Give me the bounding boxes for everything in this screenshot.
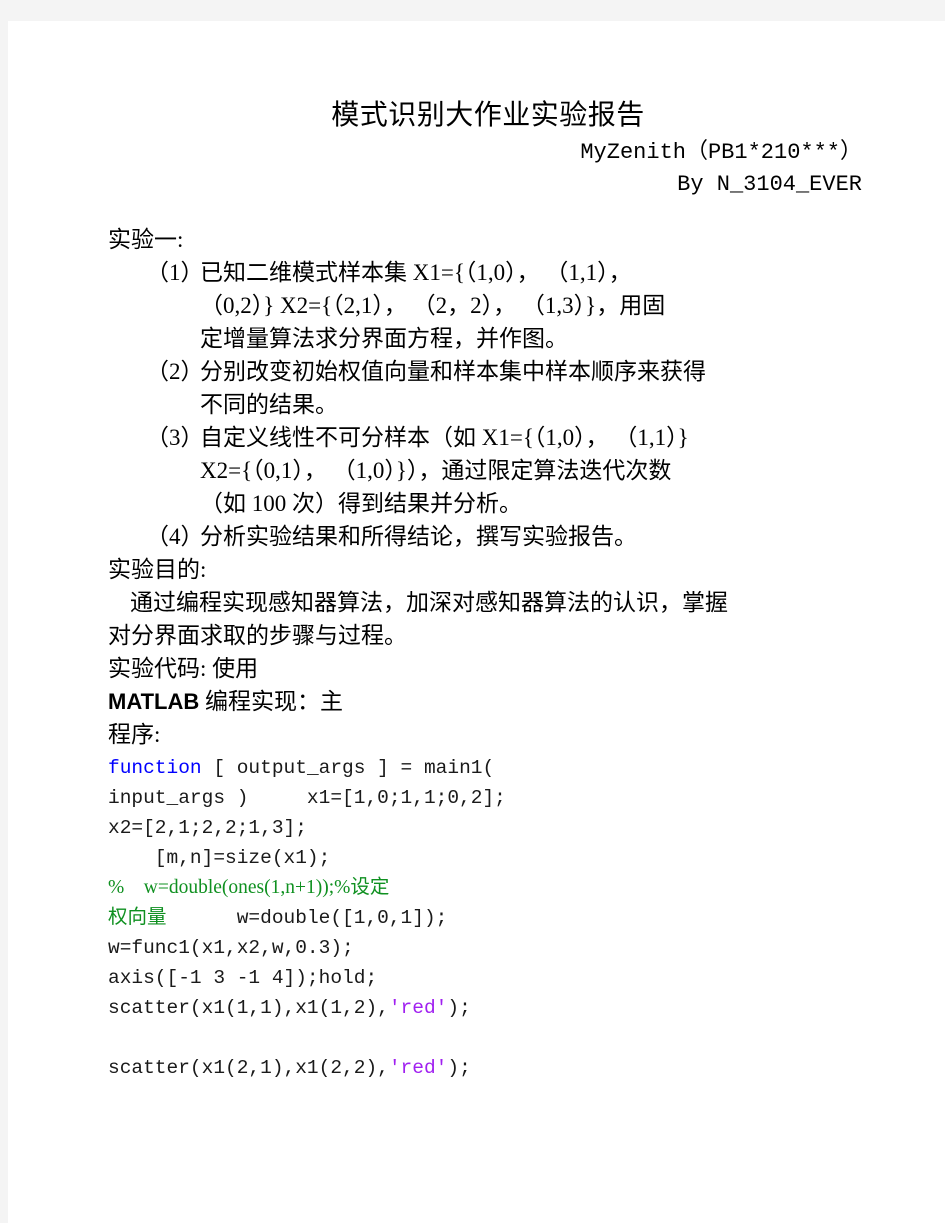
- document-body: 模式识别大作业实验报告 MyZenith（PB1*210***） By N_31…: [108, 95, 868, 1083]
- code-line: scatter(x1(2,1),x1(2,2),'red');: [108, 1053, 868, 1083]
- task-line: （0,2）} X2={（2,1）， （2，2）， （1,3）}，用固: [200, 293, 666, 318]
- code-line: x2=[2,1;2,2;1,3];: [108, 813, 868, 843]
- code-token-plain: [ output_args ] = main1(: [201, 757, 495, 779]
- experiment-heading: 实验一:: [108, 227, 184, 252]
- task-line: 分别改变初始权值向量和样本集中样本顺序来获得: [200, 359, 706, 384]
- code-token-plain: [m,n]=size(x1);: [108, 847, 331, 869]
- matlab-label: MATLAB: [108, 689, 200, 714]
- code-token-plain: scatter(x1(1,1),x1(1,2),: [108, 997, 389, 1019]
- list-item: （2） 分别改变初始权值向量和样本集中样本顺序来获得 不同的结果。: [108, 355, 868, 421]
- task-marker: （3）: [146, 425, 204, 450]
- list-item: （3） 自定义线性不可分样本（如 X1={（1,0）， （1,1）} X2={（…: [108, 421, 868, 520]
- code-token-comment: % w=double(ones(1,n+1));%设定: [108, 877, 390, 898]
- task-line: （如 100 次）得到结果并分析。: [200, 491, 522, 516]
- code-token-comment: 权向量: [108, 907, 167, 928]
- code-line: w=func1(x1,x2,w,0.3);: [108, 933, 868, 963]
- matlab-label-rest: 编程实现：主: [199, 689, 343, 714]
- code-heading-line-2: MATLAB 编程实现：主: [108, 685, 868, 718]
- purpose-line-2: 对分界面求取的步骤与过程。: [108, 623, 407, 648]
- task-line: X2={（0,1）， （1,0）}），通过限定算法迭代次数: [200, 458, 672, 483]
- task-line: 分析实验结果和所得结论，撰写实验报告。: [200, 524, 637, 549]
- matlab-code-block: function [ output_args ] = main1( input_a…: [108, 753, 868, 1083]
- code-token-plain: );: [447, 1057, 471, 1079]
- code-line: scatter(x1(1,1),x1(1,2),'red');: [108, 993, 868, 1023]
- task-line: 已知二维模式样本集 X1={（1,0）， （1,1），: [200, 260, 632, 285]
- code-token-keyword: function: [108, 757, 202, 779]
- task-line: 不同的结果。: [200, 392, 338, 417]
- document-page: 模式识别大作业实验报告 MyZenith（PB1*210***） By N_31…: [8, 21, 945, 1223]
- task-text: 自定义线性不可分样本（如 X1={（1,0）， （1,1）} X2={（0,1）…: [200, 421, 868, 520]
- task-text: 分别改变初始权值向量和样本集中样本顺序来获得 不同的结果。: [200, 355, 868, 421]
- task-marker: （4）: [146, 524, 204, 549]
- task-line: 自定义线性不可分样本（如 X1={（1,0）， （1,1）}: [200, 425, 689, 450]
- task-list: （1） 已知二维模式样本集 X1={（1,0）， （1,1）， （0,2）} X…: [108, 256, 868, 553]
- code-heading-line-3: 程序:: [108, 722, 161, 747]
- code-token-string: 'red': [388, 1057, 448, 1079]
- code-line: [m,n]=size(x1);: [108, 843, 868, 873]
- task-line: 定增量算法求分界面方程，并作图。: [200, 326, 568, 351]
- purpose-line-1: 通过编程实现感知器算法，加深对感知器算法的认识，掌握: [130, 590, 728, 615]
- code-token-string: 'red': [388, 997, 448, 1019]
- code-line: % w=double(ones(1,n+1));%设定: [108, 873, 868, 903]
- code-token-plain: );: [447, 997, 471, 1019]
- code-token-plain: x2=[2,1;2,2;1,3];: [108, 817, 307, 839]
- page-canvas: 模式识别大作业实验报告 MyZenith（PB1*210***） By N_31…: [0, 0, 945, 1223]
- task-marker: （1）: [146, 260, 204, 285]
- task-marker: （2）: [146, 359, 204, 384]
- code-line: function [ output_args ] = main1(: [108, 753, 868, 783]
- purpose-heading: 实验目的:: [108, 557, 207, 582]
- code-token-plain: w=double([1,0,1]);: [166, 907, 448, 929]
- code-heading-line-1: 实验代码: 使用: [108, 656, 259, 681]
- code-line: 权向量 w=double([1,0,1]);: [108, 903, 868, 933]
- code-token-plain: input_args ) x1=[1,0;1,1;0,2];: [108, 787, 506, 809]
- code-line: axis([-1 3 -1 4]);hold;: [108, 963, 868, 993]
- code-line: input_args ) x1=[1,0;1,1;0,2];: [108, 783, 868, 813]
- code-token-plain: axis([-1 3 -1 4]);hold;: [108, 967, 378, 989]
- code-token-plain: w=func1(x1,x2,w,0.3);: [108, 937, 354, 959]
- list-item: （4） 分析实验结果和所得结论，撰写实验报告。: [108, 520, 868, 553]
- task-text: 分析实验结果和所得结论，撰写实验报告。: [200, 520, 868, 553]
- task-text: 已知二维模式样本集 X1={（1,0）， （1,1）， （0,2）} X2={（…: [200, 256, 868, 355]
- list-item: （1） 已知二维模式样本集 X1={（1,0）， （1,1）， （0,2）} X…: [108, 256, 868, 355]
- code-token-plain: scatter(x1(2,1),x1(2,2),: [108, 1057, 389, 1079]
- page-title: 模式识别大作业实验报告: [331, 100, 645, 131]
- byline-by: By N_3104_EVER: [677, 172, 862, 197]
- byline-author: MyZenith（PB1*210***）: [580, 140, 862, 165]
